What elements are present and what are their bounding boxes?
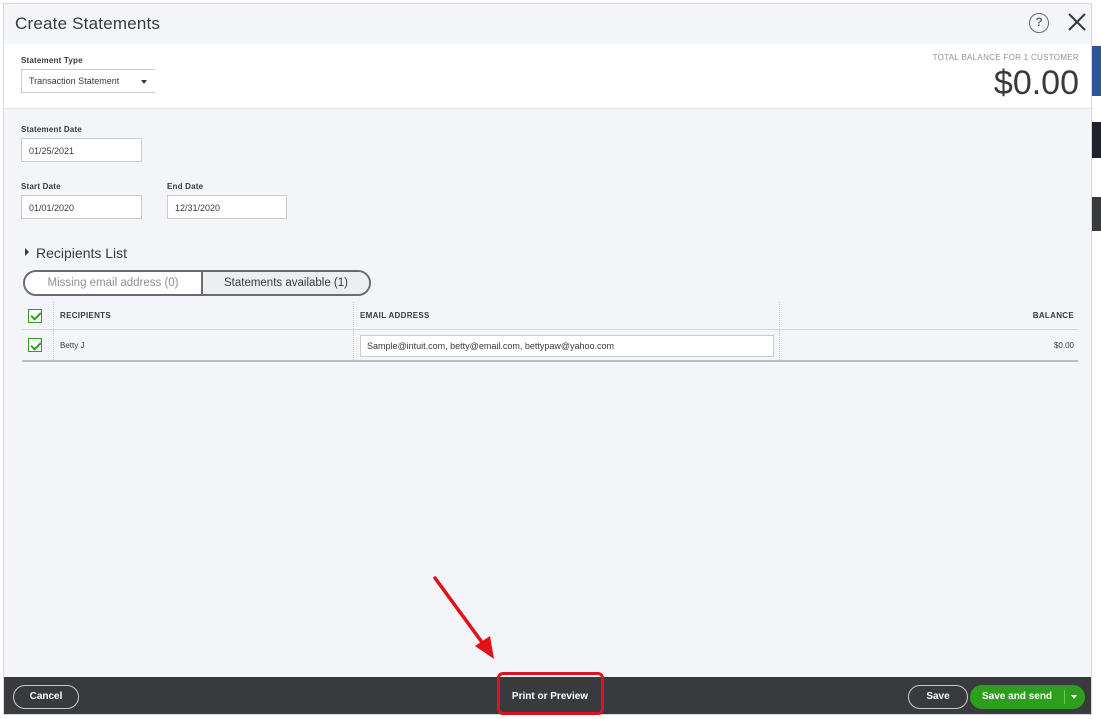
recipient-balance: $0.00 [1053,340,1074,350]
caret-down-icon[interactable] [1071,695,1077,699]
statement-type-label: Statement Type [21,56,83,65]
tab-missing-email[interactable]: Missing email address (0) [25,272,201,294]
save-and-send-label: Save and send [982,691,1053,702]
caret-right-icon [25,248,29,256]
start-date-label: Start Date [21,182,61,191]
start-date-input[interactable]: 01/01/2020 [21,195,142,219]
statement-type-section: Statement Type Transaction Statement TOT… [4,44,1091,109]
column-divider [779,302,780,329]
total-balance-label: TOTAL BALANCE FOR 1 CUSTOMER [932,53,1079,62]
table-header-row: RECIPIENTS EMAIL ADDRESS BALANCE [22,302,1078,330]
dialog-footer: Cancel Print or Preview Save Save and se… [4,677,1091,714]
statement-type-select[interactable]: Transaction Statement [21,69,155,93]
table-row: Betty J Sample@intuit.com, betty@email.c… [22,330,1078,362]
recipients-list-label: Recipients List [36,245,128,261]
recipients-table: RECIPIENTS EMAIL ADDRESS BALANCE Betty J… [22,302,1078,362]
column-divider [779,330,780,360]
email-address-input[interactable]: Sample@intuit.com, betty@email.com, bett… [360,335,774,357]
dialog-header: Create Statements ? [4,4,1091,44]
row-checkbox[interactable] [28,338,42,352]
column-divider [53,302,54,329]
help-circle-icon[interactable]: ? [1029,13,1049,33]
background-app-edge [1092,0,1101,719]
column-header-recipients[interactable]: RECIPIENTS [60,302,111,329]
column-divider [353,302,354,329]
tab-statements-available[interactable]: Statements available (1) [201,272,369,294]
select-all-cell [28,302,42,329]
column-header-email[interactable]: EMAIL ADDRESS [360,302,430,329]
close-x-icon[interactable] [1065,10,1089,34]
recipients-filter-tabs: Missing email address (0) Statements ava… [23,270,371,296]
column-divider [53,330,54,360]
column-divider [353,330,354,360]
statement-date-input[interactable]: 01/25/2021 [21,138,142,162]
dialog-title: Create Statements [15,14,161,33]
recipient-name: Betty J [60,340,85,350]
create-statements-dialog: Create Statements ? Statement Type Trans… [3,3,1092,715]
statement-date-label: Statement Date [21,125,83,134]
statement-type-value: Transaction Statement [29,76,120,86]
select-all-checkbox[interactable] [28,308,42,323]
cancel-button[interactable]: Cancel [13,685,79,709]
save-button[interactable]: Save [908,685,968,709]
column-header-balance[interactable]: BALANCE [1033,302,1074,329]
caret-down-icon [141,80,147,84]
save-and-send-button[interactable]: Save and send [970,685,1085,709]
end-date-label: End Date [167,182,204,191]
print-or-preview-button[interactable]: Print or Preview [500,686,600,708]
end-date-input[interactable]: 12/31/2020 [167,195,287,219]
total-balance-value: $0.00 [993,64,1079,102]
recipients-list-toggle[interactable]: Recipients List [25,245,127,261]
split-divider [1064,690,1065,704]
row-select-cell [28,330,42,360]
